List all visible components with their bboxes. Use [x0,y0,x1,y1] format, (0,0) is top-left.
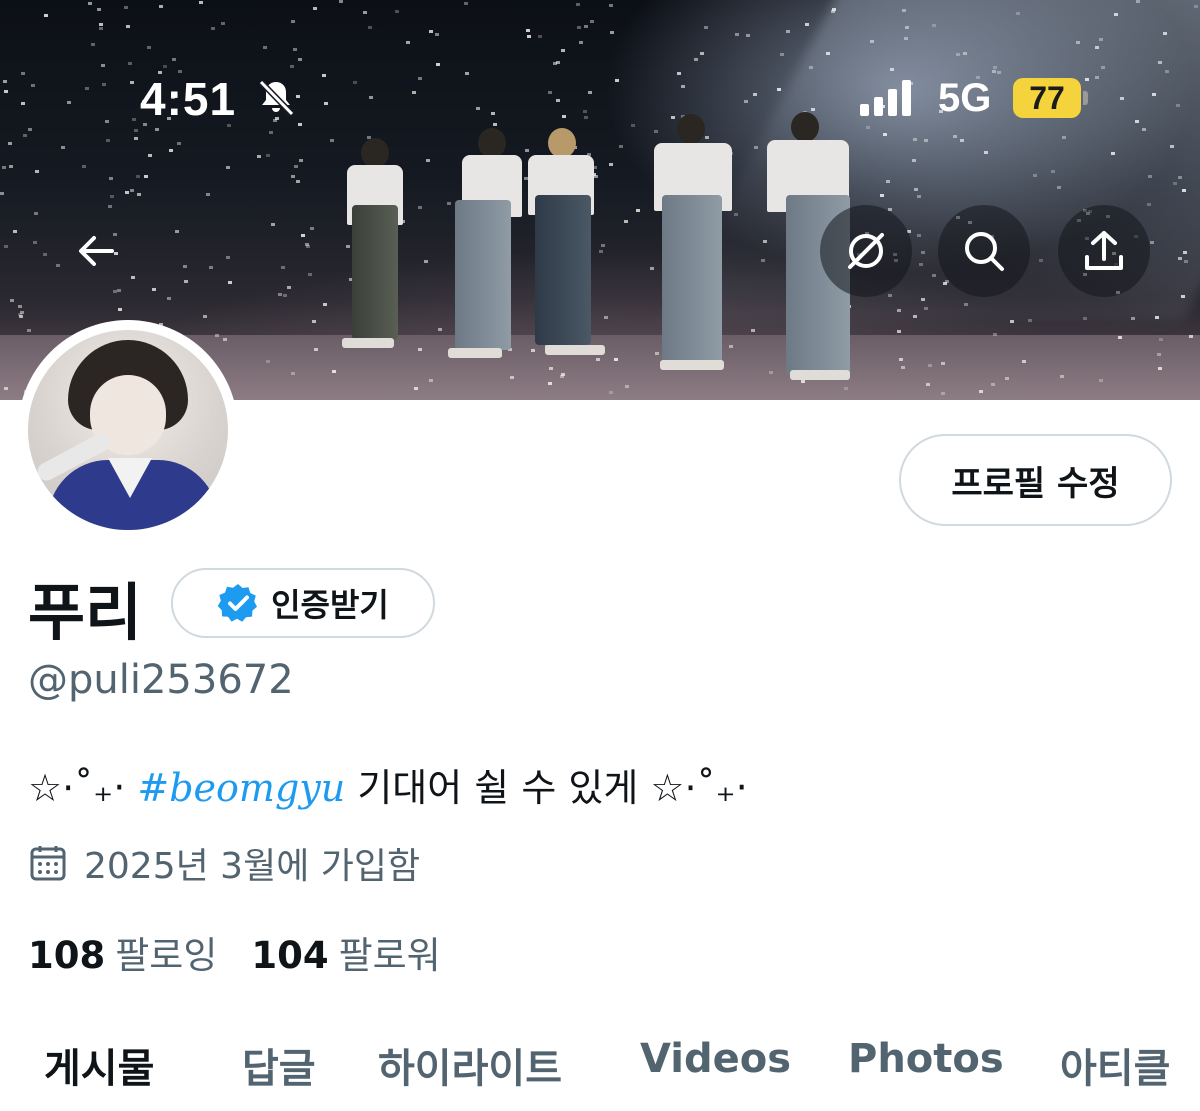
bio-hashtag-link[interactable]: #beomgyu [137,766,345,810]
avatar[interactable] [18,320,238,540]
status-time: 4:51 [140,73,237,125]
signal-icon [860,80,911,116]
back-button[interactable] [50,205,142,297]
tab-articles[interactable]: 아티클 [1060,1036,1170,1094]
battery-level: 77 [1029,79,1065,116]
verified-badge-icon [217,584,258,622]
bio: ☆⋅˚₊‧ #beomgyu 기대어 쉴 수 있게 ☆⋅˚₊‧ [28,757,748,812]
join-date: 2025년 3월에 가입함 [28,837,420,889]
search-button[interactable] [938,205,1030,297]
calendar-icon [30,846,66,881]
followers-label: 팔로워 [338,934,441,977]
tab-videos[interactable]: Videos [640,1036,791,1082]
user-handle: @puli253672 [28,657,294,703]
get-verified-button[interactable]: 인증받기 [171,568,435,638]
followers-count: 104 [251,934,329,977]
display-name: 푸리 [28,576,143,649]
grok-icon [848,233,884,269]
bio-decoration: ☆⋅˚₊‧ [28,766,126,810]
following-link[interactable]: 108 팔로잉 [28,925,217,979]
follow-counts: 108 팔로잉 104 팔로워 [28,925,441,979]
arrow-left-icon [79,236,114,266]
tab-photos[interactable]: Photos [848,1036,1004,1082]
tab-posts[interactable]: 게시물 [44,1036,154,1094]
tab-highlights[interactable]: 하이라이트 [378,1036,562,1094]
share-button[interactable] [1058,205,1150,297]
avatar-image [28,330,228,530]
battery-icon: 77 [1013,78,1081,118]
bell-off-icon [258,79,295,117]
search-icon [965,232,1004,271]
bio-text: 기대어 쉴 수 있게 [357,766,639,810]
get-verified-label: 인증받기 [271,586,389,624]
profile-tabs: 게시물 답글 하이라이트 Videos Photos 아티클 [0,1030,1200,1111]
followers-link[interactable]: 104 팔로워 [251,925,440,979]
network-type: 5G [938,76,992,120]
following-count: 108 [28,934,106,977]
bio-decoration: ☆⋅˚₊‧ [650,766,748,810]
share-icon [1085,231,1123,270]
grok-button[interactable] [820,205,912,297]
tab-replies[interactable]: 답글 [242,1036,316,1094]
edit-profile-button[interactable]: 프로필 수정 [899,434,1172,526]
join-date-text: 2025년 3월에 가입함 [84,846,421,887]
battery-cap [1083,91,1088,105]
following-label: 팔로잉 [115,934,218,977]
